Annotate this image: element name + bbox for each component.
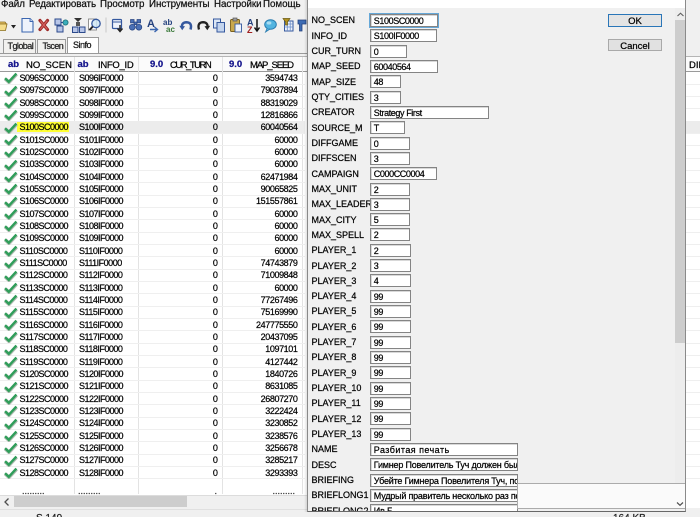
svg-text:A: A	[147, 18, 155, 30]
svg-text:Z: Z	[247, 25, 253, 35]
svg-text:ac: ac	[166, 25, 175, 34]
